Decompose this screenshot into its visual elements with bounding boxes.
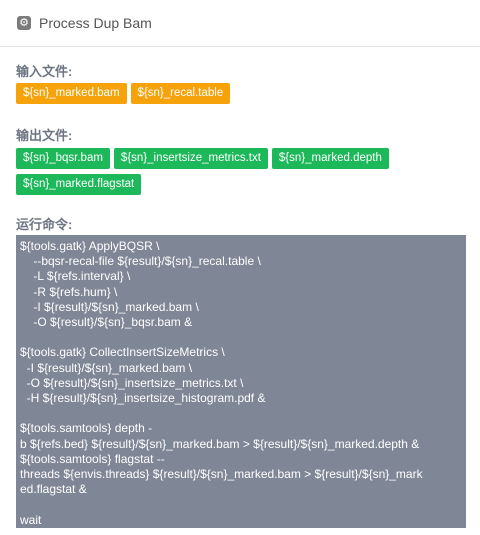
command-line: ed.flagstat & xyxy=(20,482,87,497)
command-line: threads ${envis.threads} ${result}/${sn}… xyxy=(20,467,423,482)
command-line xyxy=(20,330,462,345)
command-line: --bqsr-recal-file ${result}/${sn}_recal.… xyxy=(20,254,261,269)
output-files-label: 输出文件: xyxy=(16,128,73,143)
command-line xyxy=(20,406,462,421)
command-code-block: ${tools.gatk} ApplyBQSR \ --bqsr-recal-f… xyxy=(16,235,466,528)
command-line: -I ${result}/${sn}_marked.bam \ xyxy=(20,299,199,314)
command-line: b ${refs.bed} ${result}/${sn}_marked.bam… xyxy=(20,436,420,451)
command-line: wait xyxy=(20,512,42,527)
command-line: -R ${refs.hum} \ xyxy=(20,284,118,299)
command-line: ${tools.gatk} ApplyBQSR \ xyxy=(20,239,160,253)
input-file-tag[interactable]: ${sn}_recal.table xyxy=(130,83,231,104)
command-line: -O ${result}/${sn}_bqsr.bam & xyxy=(20,315,193,330)
gear-icon: ⚙ xyxy=(17,16,31,30)
output-file-tag[interactable]: ${sn}_marked.depth xyxy=(271,148,389,169)
output-file-tag[interactable]: ${sn}_insertsize_metrics.txt xyxy=(113,148,268,169)
output-file-tag[interactable]: ${sn}_bqsr.bam xyxy=(16,148,110,169)
command-line: -L ${refs.interval} \ xyxy=(20,269,131,284)
command-label: 运行命令: xyxy=(16,217,73,232)
page-title: Process Dup Bam xyxy=(39,15,152,31)
input-files-list: ${sn}_marked.bam ${sn}_recal.table xyxy=(16,83,468,109)
command-line: -O ${result}/${sn}_insertsize_metrics.tx… xyxy=(20,375,244,390)
command-line: -I ${result}/${sn}_marked.bam \ xyxy=(20,360,193,375)
command-line: ${tools.gatk} CollectInsertSizeMetrics \ xyxy=(20,345,225,360)
input-file-tag[interactable]: ${sn}_marked.bam xyxy=(16,83,127,104)
output-files-list: ${sn}_bqsr.bam ${sn}_insertsize_metrics.t… xyxy=(16,148,468,200)
command-line: -H ${result}/${sn}_insertsize_histogram.… xyxy=(20,391,266,406)
command-line: ${tools.samtools} depth - xyxy=(20,421,153,436)
window-header: ⚙ Process Dup Bam xyxy=(0,0,480,47)
command-line xyxy=(20,497,462,512)
input-files-label: 输入文件: xyxy=(16,64,73,79)
command-line: ${tools.samtools} flagstat -- xyxy=(20,451,165,466)
output-file-tag[interactable]: ${sn}_marked.flagstat xyxy=(16,174,142,195)
